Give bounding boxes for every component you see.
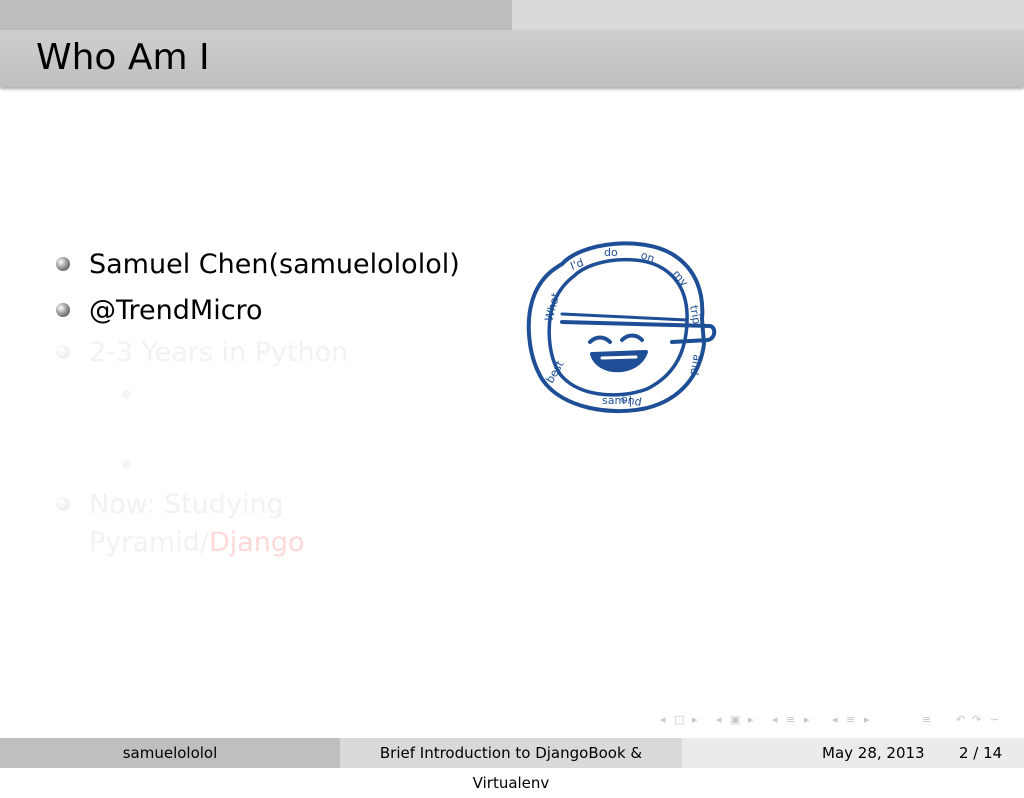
footer-title: Brief Introduction to DjangoBook & Virtu… <box>340 738 682 792</box>
footer-right: May 28, 2013 2 / 14 <box>682 738 1024 768</box>
nav-frame-icon[interactable]: □ <box>674 713 684 726</box>
nav-search-icon[interactable]: ↷ <box>972 713 981 726</box>
item-studying-line2: Pyramid/Django <box>89 527 305 559</box>
avatar-text-what: What <box>542 291 562 323</box>
bullet-icon <box>56 497 70 511</box>
avatar-text-and: and <box>687 353 703 376</box>
studying-pyramid: Pyramid/ <box>89 527 209 558</box>
item-employer: @TrendMicro <box>89 295 263 326</box>
footer-author: samuelololol <box>0 738 340 768</box>
bullet-icon <box>56 345 70 359</box>
footer-page-number: 2 / 14 <box>959 744 1003 762</box>
avatar-text-my: my <box>670 268 691 290</box>
item-python-years: 2-3 Years in Python <box>89 337 349 368</box>
avatar-text-trip: trip <box>687 304 703 325</box>
nav-next-icon[interactable]: ▸ <box>692 713 698 726</box>
nav-back-icon[interactable]: ↶ <box>956 713 965 726</box>
nav-toc-icon[interactable]: ≡ <box>922 713 931 726</box>
bullet-icon <box>56 303 70 317</box>
nav-next-icon[interactable]: ▸ <box>864 713 870 726</box>
avatar-text-do: do <box>604 246 618 259</box>
studying-django: Django <box>208 527 305 558</box>
nav-document-icon[interactable]: ≡ <box>846 713 855 726</box>
avatar-text-best: best <box>543 358 566 386</box>
bullet-icon <box>56 257 70 271</box>
nav-prev-icon[interactable]: ◂ <box>772 713 778 726</box>
nav-zoom-icon[interactable]: ∽ <box>990 713 999 726</box>
nav-prev-icon[interactable]: ◂ <box>832 713 838 726</box>
nav-next-icon[interactable]: ▸ <box>804 713 810 726</box>
nav-section-icon[interactable]: ≡ <box>786 713 795 726</box>
nav-prev-icon[interactable]: ◂ <box>660 713 666 726</box>
item-name: Samuel Chen(samuelololol) <box>89 249 460 280</box>
item-studying-line1: Now: Studying <box>89 489 284 520</box>
sub-bullet-icon <box>122 390 131 399</box>
avatar-text-sam: sam | <box>602 394 632 407</box>
nav-next-icon[interactable]: ▸ <box>748 713 754 726</box>
slide-body: Samuel Chen(samuelololol) @TrendMicro 2-… <box>0 0 1024 768</box>
footer-date: May 28, 2013 <box>822 744 925 762</box>
sub-bullet-icon <box>122 460 131 469</box>
avatar-drawing: What I'd do on my trip and pue sam | bes… <box>526 241 717 414</box>
footer: samuelololol Brief Introduction to Djang… <box>0 738 1024 792</box>
nav-prev-icon[interactable]: ◂ <box>716 713 722 726</box>
nav-subsection-icon[interactable]: ▣ <box>730 713 740 726</box>
